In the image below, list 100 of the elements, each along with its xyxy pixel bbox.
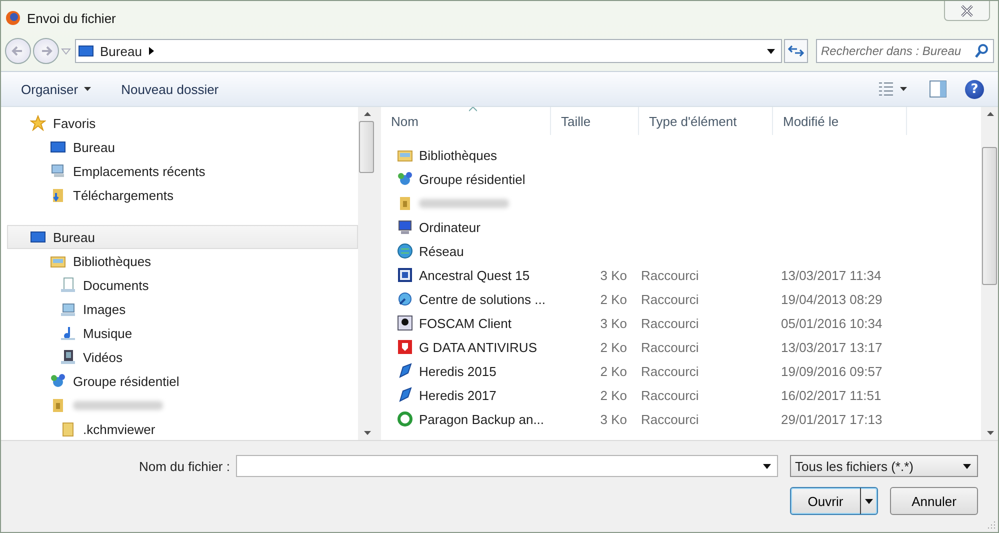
browser-logo-icon — [5, 10, 21, 26]
file-date: 13/03/2017 11:34 — [780, 266, 882, 284]
sidebar-item[interactable]: Bureau — [7, 225, 358, 249]
file-name[interactable]: Réseau — [419, 244, 464, 258]
sidebar-item[interactable]: Musique — [7, 321, 358, 345]
file-size: 2 Ko — [599, 290, 628, 308]
close-icon — [960, 4, 974, 18]
file-type-dropdown[interactable]: Tous les fichiers (*.*) — [790, 455, 978, 477]
file-name[interactable]: Bibliothèques — [419, 148, 498, 162]
file-type: Raccourci — [640, 410, 700, 428]
scrollbar-thumb[interactable] — [982, 147, 997, 285]
sort-caret-icon — [469, 107, 477, 112]
star-icon — [30, 115, 46, 131]
help-button[interactable]: ? — [965, 80, 984, 98]
shield-icon — [397, 339, 413, 355]
scroll-up-arrow-icon — [362, 111, 370, 117]
scrollbar-thumb[interactable] — [359, 121, 374, 173]
file-date: 19/09/2016 09:57 — [780, 362, 884, 380]
file-type: Raccourci — [640, 338, 700, 356]
desktop-icon — [30, 229, 46, 245]
sidebar-item[interactable]: Bibliothèques — [7, 249, 358, 273]
globe-icon — [397, 243, 413, 259]
scrollbar[interactable] — [981, 107, 998, 440]
column-header[interactable]: Nom — [381, 107, 551, 135]
file-date: 29/01/2017 17:13 — [780, 410, 884, 428]
globe-group-icon — [397, 171, 413, 187]
scroll-down-arrow-icon — [362, 430, 370, 436]
file-size: 2 Ko — [599, 386, 628, 404]
scroll-down-arrow-icon — [986, 430, 994, 436]
file-size: 2 Ko — [599, 338, 628, 356]
file-name[interactable]: Heredis 2015 — [419, 364, 496, 378]
desktop-icon — [50, 139, 66, 155]
file-name[interactable]: Ordinateur — [419, 220, 480, 234]
sidebar-item[interactable]: Bureau — [7, 135, 358, 159]
search-field[interactable]: Rechercher dans : Bureau — [816, 39, 994, 63]
computer-icon — [50, 163, 66, 179]
file-name[interactable]: Groupe résidentiel — [419, 172, 526, 186]
sidebar-item[interactable]: Groupe résidentiel — [7, 369, 358, 393]
file-name[interactable]: Centre de solutions ... — [419, 292, 546, 306]
sidebar-item[interactable]: Vidéos — [7, 345, 358, 369]
refresh-arrows-icon — [788, 43, 804, 59]
address-bar[interactable]: Bureau — [75, 39, 782, 63]
refresh-button[interactable] — [784, 39, 808, 63]
dropdown-caret-icon — [865, 498, 873, 504]
forward-button[interactable] — [33, 38, 59, 64]
file-name[interactable]: FOSCAM Client — [419, 316, 512, 330]
file-type: Raccourci — [640, 314, 700, 332]
breadcrumb-item[interactable]: Bureau — [100, 44, 142, 58]
dropdown-caret-icon — [900, 87, 907, 91]
sidebar-item[interactable]: Emplacements récents — [7, 159, 358, 183]
open-button[interactable]: Ouvrir — [790, 487, 878, 515]
file-type: Raccourci — [640, 386, 700, 404]
desktop-icon — [78, 43, 94, 59]
app-shortcut-icon — [397, 267, 413, 283]
sidebar-item[interactable]: Images — [7, 297, 358, 321]
file-size: 3 Ko — [599, 266, 628, 284]
column-header[interactable]: Modifié le — [773, 107, 907, 135]
sidebar-item[interactable]: Documents — [7, 273, 358, 297]
close-button[interactable] — [944, 1, 990, 21]
new-folder-button[interactable]: Nouveau dossier — [113, 78, 227, 100]
filename-field[interactable] — [236, 455, 778, 477]
file-name[interactable]: Ancestral Quest 15 — [419, 268, 530, 282]
file-date: 16/02/2017 11:51 — [780, 386, 882, 404]
scroll-up-arrow-icon — [986, 111, 994, 117]
organize-menu-button[interactable]: Organiser — [13, 78, 100, 100]
column-header[interactable]: Type d'élément — [639, 107, 773, 135]
window-title: Envoi du fichier — [27, 10, 117, 26]
file-date: 05/01/2016 10:34 — [780, 314, 884, 332]
chevron-icon — [148, 46, 155, 56]
sidebar-item[interactable]: Téléchargements — [7, 183, 358, 207]
music-note-icon — [60, 325, 76, 341]
scrollbar[interactable] — [358, 107, 375, 440]
cancel-button[interactable]: Annuler — [890, 487, 978, 515]
back-button[interactable] — [5, 38, 31, 64]
pane-icon — [929, 80, 947, 98]
picture-icon — [60, 301, 76, 317]
resize-grip-icon — [985, 519, 996, 530]
file-type: Raccourci — [640, 362, 700, 380]
sidebar-item[interactable]: .kchmviewer — [7, 417, 358, 440]
camera-shortcut-icon — [397, 315, 413, 331]
filename-label: Nom du fichier : — [138, 458, 230, 474]
file-date: 13/03/2017 13:17 — [780, 338, 884, 356]
file-date: 19/04/2013 08:29 — [780, 290, 884, 308]
file-type: Raccourci — [640, 290, 700, 308]
dropdown-caret-icon — [84, 87, 92, 91]
file-name[interactable]: Paragon Backup an... — [419, 412, 544, 426]
dropdown-caret-icon — [963, 464, 971, 468]
film-icon — [60, 349, 76, 365]
file-size: 2 Ko — [599, 362, 628, 380]
column-header[interactable]: Taille — [551, 107, 639, 135]
computer-icon — [397, 219, 413, 235]
document-icon — [60, 277, 76, 293]
sidebar-item[interactable]: Favoris — [7, 111, 358, 135]
file-name[interactable]: Heredis 2017 — [419, 388, 496, 402]
arrow-shortcut-icon — [397, 363, 413, 379]
user-folder-icon — [50, 397, 66, 413]
file-type: Raccourci — [640, 266, 700, 284]
file-name[interactable]: G DATA ANTIVIRUS — [419, 340, 537, 354]
dropdown-caret-icon — [61, 47, 71, 55]
arrow-shortcut-icon — [397, 387, 413, 403]
